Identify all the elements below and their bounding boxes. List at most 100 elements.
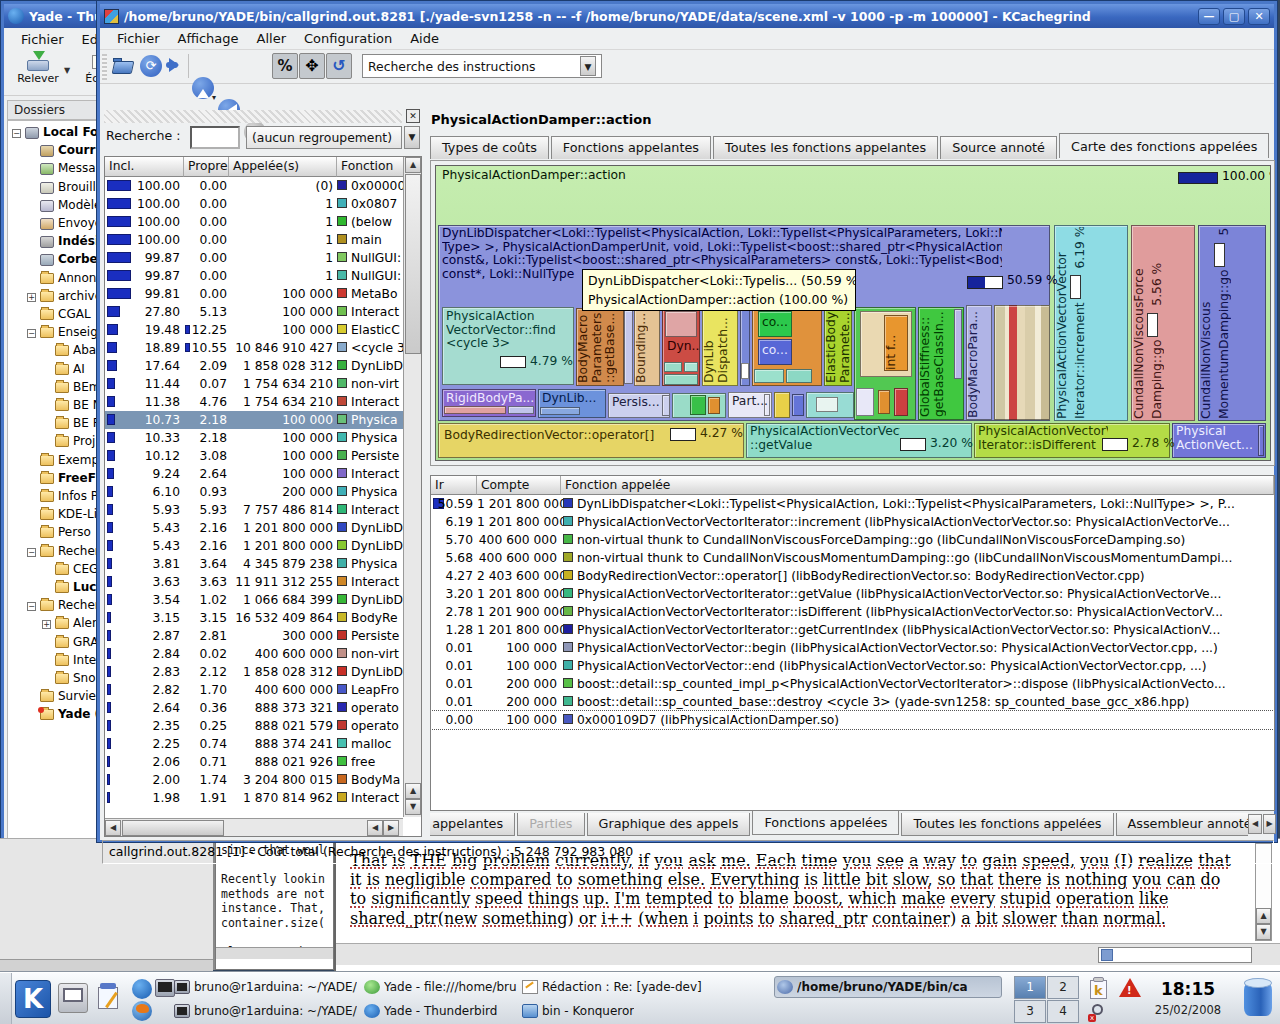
treemap-block[interactable] (540, 407, 580, 415)
function-row[interactable]: 6.100.93200 000Physica (105, 483, 404, 501)
event-type-combo[interactable]: Recherche des instructions ▼ (362, 54, 602, 78)
function-row[interactable]: 99.810.00100 000MetaBo (105, 285, 404, 303)
desktop-pager[interactable]: 1234 (1014, 976, 1080, 1022)
tb-menu-Fichier[interactable]: Fichier (12, 30, 73, 49)
taskbar-button[interactable]: bin - Konqueror (520, 1000, 772, 1022)
treemap-block[interactable] (954, 309, 962, 379)
folder-item[interactable]: Modèle (58, 198, 101, 212)
taskbar-button[interactable]: Rédaction : Re: [yade-dev] (520, 976, 772, 998)
taskbar-button[interactable]: /home/bruno/YADE/bin/ca (774, 976, 1002, 998)
folder-item[interactable]: Indési (58, 234, 99, 248)
treemap-block[interactable] (792, 394, 804, 416)
function-row[interactable]: 11.384.761 754 634 210Interact (105, 393, 404, 411)
treemap-block[interactable] (684, 362, 698, 372)
folder-item[interactable]: Yade ( (58, 707, 100, 721)
function-row[interactable]: 99.870.001NullGUI: (105, 267, 404, 285)
klipper-tray-icon[interactable]: k (1088, 977, 1110, 1001)
column-header-Incl.[interactable]: Incl. (105, 157, 184, 177)
function-row[interactable]: 2.350.25888 021 579operato (105, 717, 404, 735)
kcachegrind-menubar[interactable]: FichierAffichageAllerConfigurationAide (100, 28, 1274, 50)
treemap-block[interactable] (786, 369, 812, 383)
function-row[interactable]: 3.541.021 066 684 399DynLibD (105, 591, 404, 609)
kcg-menu-Affichage[interactable]: Affichage (169, 29, 248, 48)
open-file-icon[interactable] (112, 55, 136, 77)
get-mail-dropdown[interactable]: ▼ (64, 66, 70, 75)
function-row[interactable]: 1.981.911 870 814 962Interact (105, 789, 404, 807)
percentage-toggle[interactable]: % (272, 53, 298, 79)
function-row[interactable]: 100.000.00(0)0x00000 (105, 177, 404, 195)
panel-hide-button[interactable] (0, 973, 12, 1024)
function-row[interactable]: 2.640.36888 373 321operato (105, 699, 404, 717)
function-row[interactable]: 3.633.6311 911 312 255Interact (105, 573, 404, 591)
callee-row[interactable]: 3.201 201 800 000PhysicalActionVectorVec… (431, 585, 1274, 603)
device-tray-icon[interactable] (1242, 976, 1274, 1022)
get-mail-button[interactable]: Relever (12, 52, 64, 85)
folder-item[interactable]: Annon (58, 271, 96, 285)
treemap-block[interactable] (664, 374, 698, 385)
tab-Carte des fonctions appelées[interactable]: Carte des fonctions appelées (1059, 133, 1269, 158)
function-row[interactable]: 2.821.70400 600 000LeapFro (105, 681, 404, 699)
kcg-menu-Aide[interactable]: Aide (401, 29, 448, 48)
kmenu-button[interactable]: K (15, 980, 51, 1018)
kcg-menu-Configuration[interactable]: Configuration (295, 29, 401, 48)
function-row[interactable]: 100.000.001main (105, 231, 404, 249)
bottom-tab-Assembleur annoté[interactable]: Assembleur annoté (1116, 813, 1248, 836)
tabs-scroll-left[interactable]: ◀ (1248, 814, 1262, 834)
function-row[interactable]: 3.813.644 345 879 238Physica (105, 555, 404, 573)
function-row[interactable]: 100.000.001(below (105, 213, 404, 231)
column-header-Propre[interactable]: Propre (184, 157, 229, 177)
function-row[interactable]: 2.250.74888 374 241malloc (105, 735, 404, 753)
bottom-tab-Fonctions appelantes[interactable]: Fonctions appelantes (430, 813, 515, 836)
pager-desktop-4[interactable]: 4 (1047, 1000, 1079, 1023)
scroll-down-button[interactable]: ▼ (1256, 924, 1271, 940)
folder-item[interactable]: Recher (58, 544, 100, 558)
thunderbird-launcher-icon[interactable] (132, 979, 152, 999)
minimize-button[interactable]: — (1198, 8, 1220, 25)
toolbar-handle[interactable] (102, 54, 107, 80)
treemap-block[interactable] (856, 388, 874, 416)
function-row[interactable]: 18.8910.5510 846 910 427<cycle 3 (105, 339, 404, 357)
callee-row[interactable]: 0.01200 000boost::detail::sp_counted_bas… (431, 693, 1274, 711)
go-up-icon[interactable]: ▾ (192, 77, 214, 99)
treemap-block[interactable] (741, 363, 749, 379)
clock[interactable]: 18:15 (1148, 979, 1228, 999)
klipper-icon[interactable] (96, 983, 124, 1013)
folder-item[interactable]: Aba (73, 343, 96, 357)
close-button[interactable]: ✕ (1248, 8, 1270, 25)
bottom-tab-Toutes les fonctions appelées[interactable]: Toutes les fonctions appelées (901, 813, 1113, 836)
function-row[interactable]: 2.840.02400 600 000non-virt (105, 645, 404, 663)
dock-close-button[interactable]: ✕ (406, 109, 420, 123)
list-column-Compte[interactable]: Compte (477, 476, 561, 495)
taskbar-button[interactable]: Yade - file:///home/bruno/YA (362, 976, 517, 998)
date[interactable]: 25/02/2008 (1148, 1003, 1228, 1017)
function-row[interactable]: 100.000.0010x0807 (105, 195, 404, 213)
callee-row[interactable]: 1.281 201 800 000PhysicalActionVectorVec… (431, 621, 1274, 639)
tree-expander[interactable]: − (27, 548, 36, 557)
reload-icon[interactable]: ⟳ (140, 55, 162, 77)
function-row[interactable]: 19.4812.25100 000ElasticC (105, 321, 404, 339)
scroll-down-icon[interactable]: ▼ (405, 799, 421, 815)
grouping-combo[interactable]: (aucun regroupement) (246, 126, 402, 149)
folder-item[interactable]: Sno (73, 671, 96, 685)
folder-item[interactable]: Recher (58, 598, 100, 612)
pager-desktop-1[interactable]: 1 (1014, 976, 1046, 999)
tree-expander[interactable]: − (27, 602, 36, 611)
treemap-block[interactable] (664, 362, 682, 372)
function-row[interactable]: 17.642.091 858 028 312DynLibD (105, 357, 404, 375)
function-row[interactable]: 27.805.13100 000Interact (105, 303, 404, 321)
cycle-detection-toggle[interactable]: ↺ (326, 53, 352, 79)
treemap-block[interactable] (508, 406, 534, 414)
bottom-tab-Graphique des appels[interactable]: Graphique des appels (587, 813, 751, 836)
function-row[interactable]: 2.001.743 204 800 015BodyMa (105, 771, 404, 789)
dock-handle[interactable] (104, 110, 402, 123)
firefox-launcher-icon[interactable] (132, 1001, 152, 1021)
tree-expander[interactable]: − (12, 129, 21, 138)
function-row[interactable]: 9.242.64100 000Interact (105, 465, 404, 483)
folder-item[interactable]: AI (73, 362, 85, 376)
kcg-menu-Fichier[interactable]: Fichier (108, 29, 169, 48)
folder-item[interactable]: Luc (73, 580, 96, 594)
bottom-tab-Parties[interactable]: Parties (517, 813, 584, 836)
folder-item[interactable]: Local Fo (43, 125, 98, 139)
taskbar-button[interactable]: bruno@r1arduina: ~/YADE/ (172, 1000, 358, 1022)
treemap-block[interactable] (665, 311, 697, 337)
